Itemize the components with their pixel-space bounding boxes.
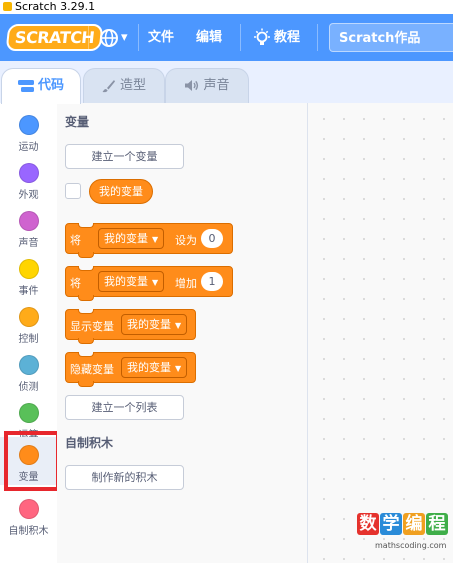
variable-dropdown[interactable]: 我的变量 ▼ — [98, 228, 165, 249]
block-text: 隐藏变量 — [70, 363, 114, 376]
code-workspace[interactable] — [308, 103, 453, 563]
events-color-dot — [18, 259, 39, 279]
code-blocks-icon — [17, 79, 34, 92]
category-looks[interactable]: 外观 — [0, 155, 57, 203]
category-label: 控制 — [18, 334, 39, 345]
language-menu[interactable]: ▾ — [99, 27, 128, 49]
tab-costumes-label: 造型 — [119, 78, 146, 93]
file-menu[interactable]: 文件 — [148, 27, 174, 49]
speaker-icon — [185, 80, 199, 91]
watermark-logo: 数学编程 mathscoding.com — [357, 513, 453, 555]
category-label: 自制积木 — [8, 526, 49, 537]
app-icon — [3, 2, 12, 11]
show-variable-block[interactable]: 显示变量 我的变量 ▼ — [65, 309, 196, 344]
watermark-glyph: 程 — [426, 513, 448, 535]
globe-icon — [100, 28, 118, 47]
menu-bar: SCRATCH ▾ 文件 编辑 教程 Scratch作品 — [0, 14, 453, 61]
block-text: 设为 — [175, 234, 197, 247]
watermark-glyph: 数 — [357, 513, 379, 535]
menu-divider — [317, 24, 318, 51]
menu-divider — [240, 24, 241, 51]
category-label: 侦测 — [18, 382, 39, 393]
tab-costumes[interactable]: 造型 — [83, 68, 165, 103]
tab-code[interactable]: 代码 — [1, 68, 81, 104]
window-title: Scratch 3.29.1 — [15, 0, 96, 13]
variable-dropdown[interactable]: 我的变量 ▼ — [121, 357, 188, 378]
variables-section-title: 变量 — [65, 115, 90, 129]
variable-dropdown[interactable]: 我的变量 ▼ — [121, 314, 188, 335]
highlight-box — [4, 431, 60, 491]
make-block-button[interactable]: 制作新的积木 — [65, 465, 184, 490]
dropdown-value: 我的变量 — [127, 318, 171, 331]
editor-tabs: 代码 造型 声音 — [0, 61, 453, 104]
dropdown-value: 我的变量 — [104, 275, 148, 288]
chevron-down-icon: ▼ — [152, 234, 159, 244]
category-sensing[interactable]: 侦测 — [0, 347, 57, 395]
watermark-glyph: 学 — [380, 513, 402, 535]
chevron-down-icon: ▼ — [152, 277, 159, 287]
category-events[interactable]: 事件 — [0, 251, 57, 299]
edit-menu[interactable]: 编辑 — [196, 27, 222, 49]
chevron-down-icon: ▼ — [175, 363, 182, 373]
block-bump — [78, 381, 94, 387]
blocks-palette: 变量 建立一个变量 我的变量 将 我的变量 ▼ 设为 0 将 我的变量 ▼ 增加 1… — [57, 103, 308, 563]
watermark-url: mathscoding.com — [375, 541, 447, 550]
project-title-input[interactable]: Scratch作品 — [329, 23, 453, 52]
value-input[interactable]: 0 — [201, 229, 223, 248]
operators-color-dot — [18, 403, 39, 423]
category-menu: 运动 外观 声音 事件 控制 侦测 运算 变量 自制积木 — [0, 103, 58, 563]
tab-code-label: 代码 — [37, 78, 64, 93]
menu-divider — [88, 24, 89, 51]
lightbulb-icon — [254, 28, 270, 45]
sensing-color-dot — [18, 355, 39, 375]
tab-sounds[interactable]: 声音 — [165, 68, 249, 103]
category-my-blocks[interactable]: 自制积木 — [0, 491, 57, 539]
block-text: 增加 — [175, 277, 197, 290]
category-label: 外观 — [18, 190, 39, 201]
value-input[interactable]: 1 — [201, 272, 223, 291]
block-text: 将 — [70, 234, 81, 247]
category-control[interactable]: 控制 — [0, 299, 57, 347]
my-variable-reporter[interactable]: 我的变量 — [89, 179, 153, 204]
block-bump — [78, 295, 94, 301]
make-variable-button[interactable]: 建立一个变量 — [65, 144, 184, 169]
window-titlebar: Scratch 3.29.1 — [0, 0, 453, 14]
block-notch — [78, 223, 94, 228]
control-color-dot — [18, 307, 39, 327]
category-sound[interactable]: 声音 — [0, 203, 57, 251]
dropdown-value: 我的变量 — [104, 232, 148, 245]
chevron-down-icon: ▾ — [121, 30, 128, 45]
category-label: 运动 — [18, 142, 39, 153]
tutorials-menu[interactable]: 教程 — [253, 27, 300, 49]
category-label: 声音 — [18, 238, 39, 249]
set-variable-block[interactable]: 将 我的变量 ▼ 设为 0 — [65, 223, 233, 258]
motion-color-dot — [18, 115, 39, 135]
block-bump — [78, 338, 94, 344]
block-text: 将 — [70, 277, 81, 290]
block-notch — [78, 309, 94, 314]
watermark-glyph: 编 — [403, 513, 425, 535]
chevron-down-icon: ▼ — [175, 320, 182, 330]
change-variable-block[interactable]: 将 我的变量 ▼ 增加 1 — [65, 266, 233, 301]
block-notch — [78, 266, 94, 271]
sound-color-dot — [18, 211, 39, 231]
variable-monitor-checkbox[interactable] — [65, 183, 81, 199]
looks-color-dot — [18, 163, 39, 183]
menu-divider — [138, 24, 139, 51]
my-blocks-color-dot — [18, 499, 39, 519]
variable-dropdown[interactable]: 我的变量 ▼ — [98, 271, 165, 292]
dropdown-value: 我的变量 — [127, 361, 171, 374]
block-bump — [78, 252, 94, 258]
category-motion[interactable]: 运动 — [0, 107, 57, 155]
block-text: 显示变量 — [70, 320, 114, 333]
my-blocks-section-title: 自制积木 — [65, 436, 114, 450]
make-list-button[interactable]: 建立一个列表 — [65, 395, 184, 420]
paintbrush-icon — [102, 79, 115, 92]
tab-sounds-label: 声音 — [203, 78, 230, 93]
tutorials-label: 教程 — [274, 30, 301, 45]
block-notch — [78, 352, 94, 357]
category-label: 事件 — [18, 286, 39, 297]
hide-variable-block[interactable]: 隐藏变量 我的变量 ▼ — [65, 352, 196, 387]
